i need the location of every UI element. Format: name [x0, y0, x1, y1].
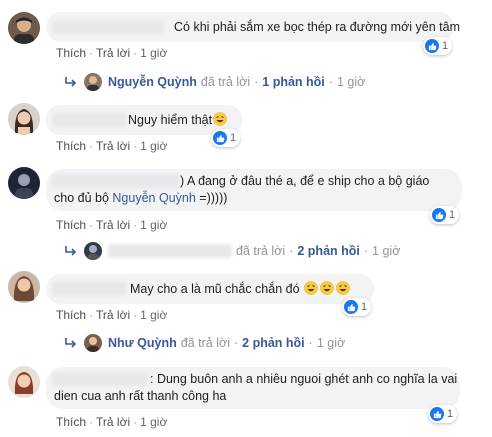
commenter-avatar[interactable]: [8, 366, 40, 398]
reaction-count[interactable]: 1: [211, 129, 241, 147]
like-link[interactable]: Thích: [56, 218, 86, 232]
reply-count: 2 phản hồi: [242, 336, 305, 350]
comment-text-line1: : Dung buôn anh a nhiêu nguoi ghét anh c…: [150, 372, 458, 386]
like-link[interactable]: Thích: [56, 139, 86, 153]
replier-name: Như Quỳnh: [108, 336, 177, 350]
like-icon: [344, 300, 358, 314]
reply-link[interactable]: Trả lời: [96, 139, 130, 153]
comment-time[interactable]: 1 giờ: [140, 218, 167, 232]
reply-time: 1 giờ: [372, 244, 401, 258]
replier-name: Nguyễn Quỳnh: [108, 75, 197, 89]
comment-actions: Thích · Trả lời · 1 giờ: [56, 415, 168, 429]
mention-link[interactable]: Nguyễn Quỳnh: [112, 191, 195, 205]
reply-count: 1 phản hồi: [262, 75, 325, 89]
comment-time[interactable]: 1 giờ: [140, 46, 167, 60]
reaction-count[interactable]: 1: [423, 37, 453, 55]
comment-actions: Thích · Trả lời · 1 giờ: [56, 46, 168, 60]
replier-avatar: [84, 73, 102, 91]
comment-actions: Thích · Trả lời · 1 giờ: [56, 308, 168, 322]
reply-verb: đã trả lời: [200, 75, 251, 89]
reply-arrow-icon: [65, 338, 77, 348]
blurred-author-name: [52, 113, 126, 127]
comment-text: Nguy hiểm thật: [128, 112, 228, 128]
reply-link[interactable]: Trả lời: [96, 308, 130, 322]
reply-verb: đã trả lời: [180, 336, 230, 350]
blurred-author-name: [52, 372, 148, 386]
comment-text-line2: cho đủ bộ Nguyễn Quỳnh =))))): [54, 191, 228, 205]
comment-text-line2: dien cua anh rất thanh công ha: [54, 389, 227, 403]
like-link[interactable]: Thích: [56, 415, 86, 429]
comment-text-line1: ) A đang ở đâu thé a, để e ship cho a bộ…: [180, 174, 430, 188]
laughing-emoji-icon: [336, 281, 351, 295]
like-icon: [213, 131, 227, 145]
reply-arrow-icon: [65, 77, 77, 87]
comment-bubble: : Dung buôn anh a nhiêu nguoi ghét anh c…: [46, 367, 460, 409]
commenter-avatar[interactable]: [8, 12, 40, 44]
reply-time: 1 giờ: [336, 75, 366, 89]
reply-verb: đã trả lời: [236, 244, 286, 258]
like-icon: [430, 407, 444, 421]
view-replies[interactable]: Như Quỳnh đã trả lời · 2 phản hồi · 1 gi…: [64, 334, 345, 352]
blurred-author-name: [52, 174, 180, 188]
reply-link[interactable]: Trả lời: [96, 218, 130, 232]
reply-time: 1 giờ: [316, 336, 346, 350]
commenter-avatar[interactable]: [8, 167, 40, 199]
like-link[interactable]: Thích: [56, 308, 86, 322]
like-icon: [425, 39, 439, 53]
laughing-emoji-icon: [304, 281, 319, 295]
comment-text: Có khi phải sắm xe bọc thép ra đường mới…: [174, 20, 461, 34]
comment-time[interactable]: 1 giờ: [140, 139, 167, 153]
blurred-author-name: [52, 282, 126, 296]
reaction-count[interactable]: 1: [430, 206, 460, 224]
comment-bubble: ) A đang ở đâu thé a, để e ship cho a bộ…: [46, 169, 462, 211]
replier-avatar: [84, 334, 102, 352]
like-link[interactable]: Thích: [56, 46, 86, 60]
reaction-count[interactable]: 1: [342, 298, 372, 316]
reply-link[interactable]: Trả lời: [96, 415, 130, 429]
laughing-emoji-icon: [320, 281, 335, 295]
comment-time[interactable]: 1 giờ: [140, 308, 167, 322]
comment-bubble: May cho a là mũ chắc chắn đó: [46, 274, 374, 304]
reaction-count[interactable]: 1: [428, 405, 458, 423]
comment-text: May cho a là mũ chắc chắn đó: [130, 281, 351, 297]
comment-actions: Thích · Trả lời · 1 giờ: [56, 139, 168, 153]
comment-bubble: Nguy hiểm thật: [46, 105, 242, 135]
commenter-avatar[interactable]: [8, 103, 40, 135]
blurred-replier-name: [108, 244, 232, 258]
reply-count: 2 phản hồi: [297, 244, 360, 258]
commenter-avatar[interactable]: [8, 271, 40, 303]
comment-bubble: Có khi phải sắm xe bọc thép ra đường mới…: [46, 12, 460, 42]
view-replies[interactable]: Nguyễn Quỳnh đã trả lời · 1 phản hồi · 1…: [64, 73, 365, 91]
comment-time[interactable]: 1 giờ: [140, 415, 167, 429]
blurred-author-name: [52, 20, 164, 34]
like-icon: [432, 208, 446, 222]
replier-avatar: [84, 242, 102, 260]
comment-actions: Thích · Trả lời · 1 giờ: [56, 218, 168, 232]
laughing-emoji-icon: [213, 112, 228, 126]
reply-arrow-icon: [65, 246, 77, 256]
reply-link[interactable]: Trả lời: [96, 46, 130, 60]
view-replies[interactable]: đã trả lời · 2 phản hồi · 1 giờ: [64, 242, 400, 260]
